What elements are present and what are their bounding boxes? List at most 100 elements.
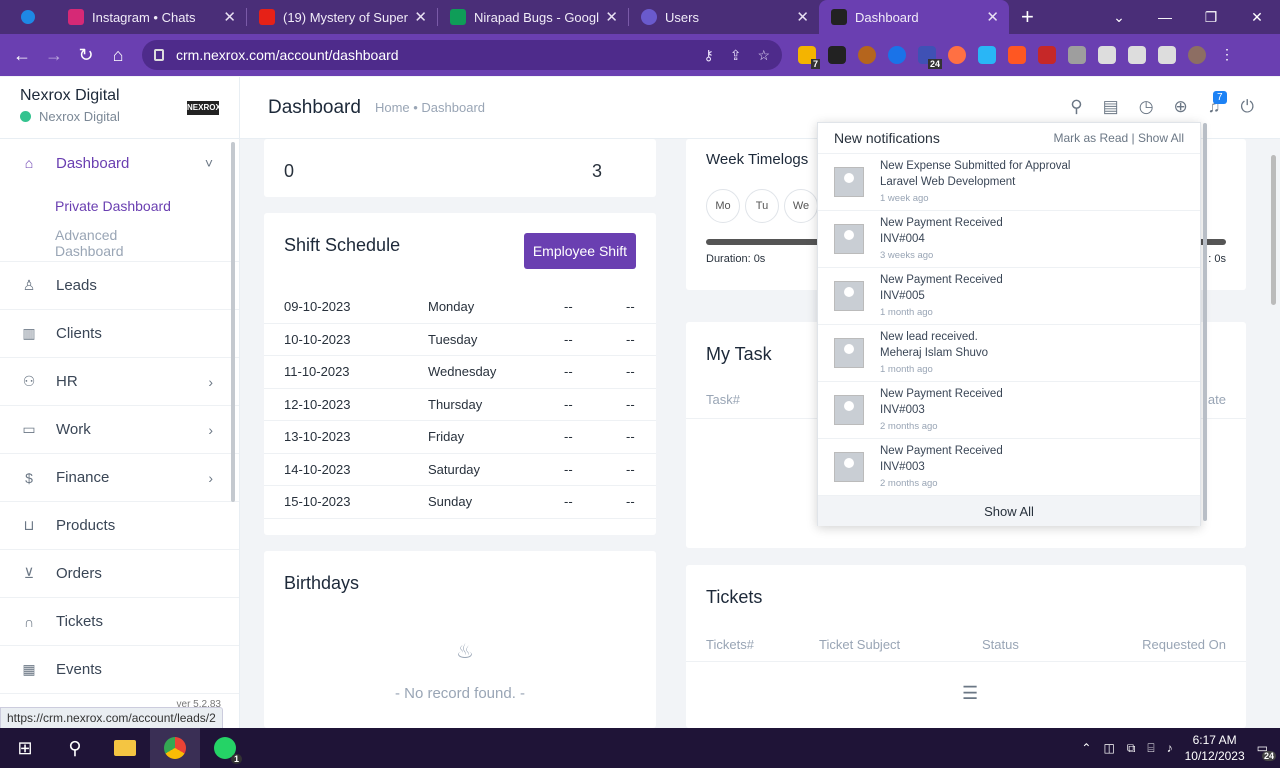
close-tab-icon[interactable]: ✕ <box>605 8 618 26</box>
menu-icon[interactable]: ⋮ <box>1218 46 1236 64</box>
day-pill[interactable]: Mo <box>706 189 740 223</box>
extension-icon[interactable] <box>1008 46 1026 64</box>
seo-icon[interactable] <box>1038 46 1056 64</box>
cookie-icon[interactable] <box>858 46 876 64</box>
media-icon[interactable] <box>1128 46 1146 64</box>
sidebar-item-work[interactable]: ▭ Work › <box>0 406 239 454</box>
browser-tab[interactable]: Instagram • Chats ✕ <box>56 0 246 34</box>
power-icon[interactable]: ⏻ <box>1241 97 1254 117</box>
sidebar-item-finance[interactable]: $ Finance › <box>0 454 239 502</box>
close-window-icon[interactable]: ✕ <box>1234 9 1280 26</box>
restore-icon[interactable]: ❐ <box>1188 9 1234 26</box>
lock-icon <box>154 49 164 61</box>
extension-icon[interactable] <box>978 46 996 64</box>
volume-icon[interactable]: ♪ <box>1167 741 1173 755</box>
search-icon[interactable]: ⚲ <box>50 728 100 768</box>
chrome-icon[interactable] <box>150 728 200 768</box>
windows-start-icon[interactable]: ⊞ <box>0 728 50 768</box>
file-explorer-icon[interactable] <box>100 728 150 768</box>
sticky-note-icon[interactable]: ▤ <box>1103 97 1119 117</box>
home-icon[interactable]: ⌂ <box>102 45 134 66</box>
sidebar-item-dashboard[interactable]: ⌂ Dashboard ˅ <box>0 139 239 187</box>
close-tab-icon[interactable]: ✕ <box>796 8 809 26</box>
forward-icon[interactable]: → <box>38 45 70 66</box>
puzzle-icon[interactable] <box>1098 46 1116 64</box>
notification-item[interactable]: New lead received. Meheraj Islam Shuvo 1 m… <box>818 325 1200 382</box>
bookmark-star-icon[interactable]: ☆ <box>757 47 770 64</box>
sidebar-item-clients[interactable]: ▥ Clients <box>0 310 239 358</box>
notification-item[interactable]: New Payment Received INV#004 3 weeks ago <box>818 211 1200 268</box>
tab-search-icon[interactable] <box>0 10 56 24</box>
card-title: My Task <box>706 344 772 364</box>
extension-icon[interactable]: 7 <box>798 46 820 69</box>
chevron-down-icon: ˅ <box>204 155 213 171</box>
notification-item[interactable]: New Payment Received INV#003 2 months ago <box>818 439 1200 496</box>
brand-block[interactable]: Nexrox Digital Nexrox Digital NEXROX <box>0 77 239 139</box>
day-pill[interactable]: Tu <box>745 189 779 223</box>
sidebar-subitem-advanced-dashboard[interactable]: Advanced Dashboard <box>0 224 239 262</box>
column-header: ate <box>1207 392 1226 407</box>
camera-icon[interactable] <box>1068 46 1086 64</box>
notification-item[interactable]: New Payment Received INV#003 2 months ago <box>818 382 1200 439</box>
sidebar-item-orders[interactable]: ⊻ Orders <box>0 550 239 598</box>
show-all-notifications-button[interactable]: Show All <box>818 496 1200 526</box>
notifications-title: New notifications <box>834 130 940 146</box>
browser-tab[interactable]: Nirapad Bugs - Google ✕ <box>438 0 628 34</box>
column-header: Ticket Subject <box>819 637 901 652</box>
stat-value: 0 <box>284 161 295 181</box>
notifications-dropdown: New notifications Mark as Read | Show Al… <box>817 122 1207 526</box>
close-tab-icon[interactable]: ✕ <box>223 8 236 26</box>
eyedropper-icon[interactable] <box>828 46 846 64</box>
notification-item[interactable]: New Expense Submitted for Approval Larave… <box>818 154 1200 211</box>
clock-icon[interactable]: ◷ <box>1139 97 1154 117</box>
mark-read-show-all-links[interactable]: Mark as Read | Show All <box>1053 131 1184 145</box>
sidepanel-icon[interactable] <box>1158 46 1176 64</box>
sidebar-item-products[interactable]: ⊔ Products <box>0 502 239 550</box>
action-center-icon[interactable]: ▭ 24 <box>1257 741 1276 761</box>
notification-count-badge: 7 <box>1212 91 1227 104</box>
profile-avatar[interactable] <box>1188 46 1206 64</box>
network-icon[interactable]: ⌸ <box>1147 741 1154 756</box>
address-bar[interactable]: crm.nexrox.com/account/dashboard ⚷ ⇪ ☆ <box>142 40 782 70</box>
search-icon[interactable]: ⚲ <box>1070 97 1082 117</box>
minimize-icon[interactable]: — <box>1142 9 1188 25</box>
notifications-scrollbar[interactable] <box>1203 123 1207 521</box>
sidebar-item-hr[interactable]: ⚇ HR › <box>0 358 239 406</box>
back-icon[interactable]: ← <box>6 45 38 66</box>
tab-list-icon[interactable]: ⌄ <box>1096 9 1142 26</box>
key-icon[interactable]: ⚷ <box>703 47 713 64</box>
header-actions: ⚲ ▤ ◷ ⊕ ♫ 7 ⏻ <box>1070 91 1254 117</box>
close-tab-icon[interactable]: ✕ <box>414 8 427 26</box>
employee-shift-button[interactable]: Employee Shift <box>523 233 636 269</box>
browser-tab[interactable]: (19) Mystery of Supersonic✕ <box>247 0 437 34</box>
breadcrumb[interactable]: Home • Dashboard <box>375 100 485 115</box>
browser-tab-active[interactable]: Dashboard ✕ <box>819 0 1009 34</box>
bell-icon[interactable]: ♫ 7 <box>1208 91 1227 117</box>
sidebar-item-tickets[interactable]: ∩ Tickets <box>0 598 239 646</box>
reload-icon[interactable]: ↻ <box>70 45 102 66</box>
tray-app-icon[interactable]: ⧉ <box>1127 741 1136 756</box>
notification-item[interactable]: New Payment Received INV#005 1 month ago <box>818 268 1200 325</box>
add-circle-icon[interactable]: ⊕ <box>1174 97 1188 117</box>
sidebar-item-events[interactable]: ▦ Events <box>0 646 239 694</box>
sidebar-subitem-private-dashboard[interactable]: Private Dashboard <box>0 187 239 224</box>
page-scrollbar[interactable] <box>1271 155 1276 305</box>
share-icon[interactable]: ⇪ <box>730 47 742 64</box>
day-pill[interactable]: We <box>784 189 818 223</box>
whatsapp-icon[interactable]: 1 <box>200 728 250 768</box>
new-tab-icon[interactable]: + <box>1021 4 1034 30</box>
extension-icon[interactable] <box>948 46 966 64</box>
tray-overflow-icon[interactable]: ⌃ <box>1081 741 1091 755</box>
browser-tab-strip: Instagram • Chats ✕ (19) Mystery of Super… <box>0 0 1280 34</box>
extension-icon[interactable]: 24 <box>918 46 942 69</box>
clock[interactable]: 6:17 AM 10/12/2023 <box>1185 732 1245 764</box>
browser-tab[interactable]: Users ✕ <box>629 0 819 34</box>
link-status-bar: https://crm.nexrox.com/account/leads/2 <box>0 707 223 729</box>
grammar-icon[interactable] <box>888 46 906 64</box>
people-icon: ⚇ <box>22 373 36 389</box>
close-tab-icon[interactable]: ✕ <box>986 8 999 26</box>
sidebar-scrollbar[interactable] <box>231 142 235 502</box>
chevron-right-icon: › <box>208 421 213 438</box>
tray-app-icon[interactable]: ◫ <box>1103 741 1114 755</box>
sidebar-item-leads[interactable]: ♙ Leads <box>0 262 239 310</box>
